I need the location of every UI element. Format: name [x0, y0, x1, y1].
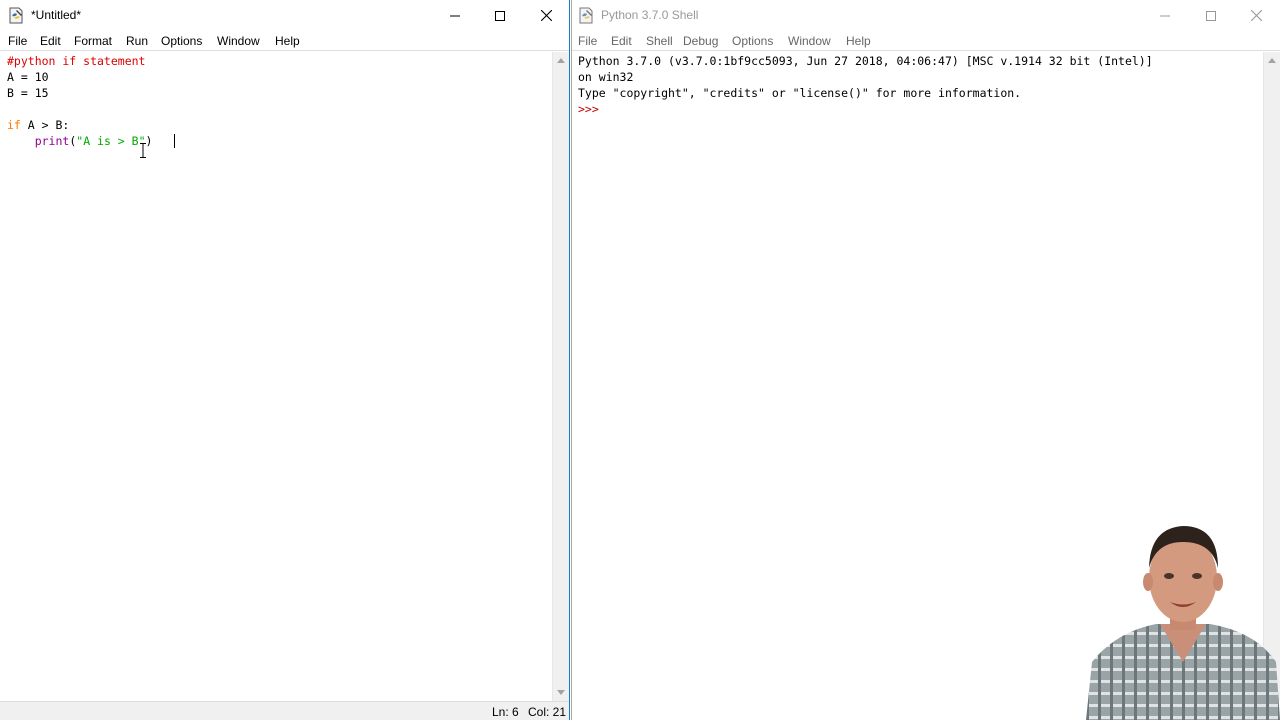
console-line: Python 3.7.0 (v3.7.0:1bf9cc5093, Jun 27 … [578, 53, 1153, 69]
menu-debug[interactable]: Debug [683, 34, 718, 48]
menu-file[interactable]: File [578, 34, 597, 48]
code-line: print("A is > B") [7, 133, 153, 149]
editor-titlebar[interactable]: *Untitled* [0, 0, 569, 31]
menu-run[interactable]: Run [126, 34, 148, 48]
editor-menubar: File Edit Format Run Options Window Help [0, 31, 569, 51]
scroll-up-icon[interactable] [1268, 58, 1276, 63]
menu-help[interactable]: Help [275, 34, 300, 48]
scroll-down-icon[interactable] [557, 690, 565, 695]
console-line: >>> [578, 101, 606, 117]
minimize-button[interactable] [432, 0, 478, 31]
maximize-icon [1206, 10, 1216, 21]
close-icon [540, 10, 552, 21]
menu-format[interactable]: Format [74, 34, 112, 48]
console-token: on win32 [578, 70, 634, 84]
code-token: "A is > B" [76, 134, 146, 148]
window-title: Python 3.7.0 Shell [601, 8, 699, 22]
minimize-icon [1160, 15, 1170, 16]
ibeam-cursor-icon [140, 143, 146, 158]
menu-options[interactable]: Options [161, 34, 202, 48]
code-token: A = 10 [7, 70, 49, 84]
python-idle-icon [9, 7, 23, 24]
minimize-icon [450, 15, 460, 16]
python-idle-icon [579, 7, 593, 24]
menu-window[interactable]: Window [217, 34, 260, 48]
code-editor[interactable]: #python if statement A = 10 B = 15 if A > B… [0, 52, 552, 701]
menu-edit[interactable]: Edit [611, 34, 632, 48]
code-line: if A > B: [7, 117, 69, 133]
editor-vertical-scrollbar[interactable] [552, 52, 569, 701]
text-caret [174, 134, 175, 148]
close-button[interactable] [523, 0, 569, 31]
code-token: ) [145, 134, 153, 148]
console-line: Type "copyright", "credits" or "license(… [578, 85, 1021, 101]
maximize-icon [495, 10, 505, 21]
status-col: Col: 21 [528, 705, 567, 719]
code-line: A = 10 [7, 69, 49, 85]
presenter-webcam [1086, 526, 1280, 720]
menu-file[interactable]: File [8, 34, 27, 48]
console-token: Python 3.7.0 (v3.7.0:1bf9cc5093, Jun 27 … [578, 54, 1153, 68]
code-token: A > B: [20, 118, 70, 132]
shell-titlebar[interactable]: Python 3.7.0 Shell [572, 0, 1280, 31]
status-line: Ln: 6 [492, 705, 519, 719]
console-token: Type "copyright", "credits" or "license(… [578, 86, 1022, 100]
window-title: *Untitled* [31, 8, 82, 22]
close-icon [1250, 10, 1262, 21]
menu-options[interactable]: Options [732, 34, 773, 48]
shell-menubar: File Edit Shell Debug Options Window Hel… [572, 31, 1280, 51]
code-line: #python if statement [7, 53, 145, 69]
minimize-button[interactable] [1142, 0, 1188, 31]
close-button[interactable] [1233, 0, 1279, 31]
console-line: on win32 [578, 69, 633, 85]
menu-window[interactable]: Window [788, 34, 831, 48]
console-token: >>> [578, 102, 606, 116]
code-token: B = 15 [7, 86, 49, 100]
scroll-up-icon[interactable] [557, 58, 565, 63]
code-token: print [34, 134, 70, 148]
editor-statusbar: Ln: 6 Col: 21 [0, 701, 569, 720]
maximize-button[interactable] [477, 0, 523, 31]
menu-help[interactable]: Help [846, 34, 871, 48]
menu-shell[interactable]: Shell [646, 34, 673, 48]
code-line: B = 15 [7, 85, 49, 101]
maximize-button[interactable] [1188, 0, 1234, 31]
code-token: #python if statement [7, 54, 146, 68]
editor-window: *Untitled* File Edit Format Run Options … [0, 0, 570, 720]
menu-edit[interactable]: Edit [40, 34, 61, 48]
code-token: if [7, 118, 21, 132]
